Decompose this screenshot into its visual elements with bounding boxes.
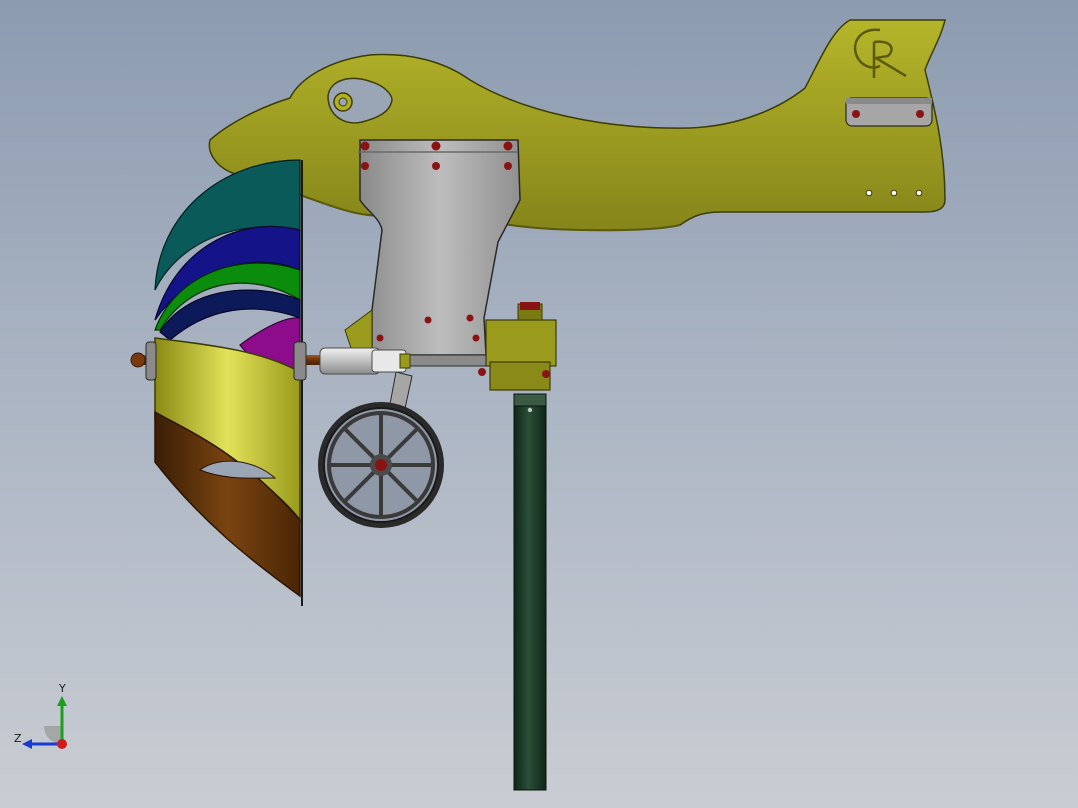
z-axis-label: Z bbox=[14, 732, 22, 745]
savonius-rotor-icon[interactable] bbox=[145, 159, 307, 606]
orientation-triad[interactable]: Y Z bbox=[10, 682, 80, 752]
mounting-pole[interactable] bbox=[513, 393, 547, 791]
axis-triad-icon: Y Z bbox=[14, 682, 67, 749]
spoked-wheel-icon[interactable] bbox=[318, 402, 444, 528]
tail-plate bbox=[845, 97, 933, 127]
y-axis-label: Y bbox=[58, 682, 66, 695]
wind-turbine-model[interactable]: PR bbox=[0, 0, 1078, 808]
cad-viewport[interactable]: PR bbox=[0, 0, 1078, 808]
